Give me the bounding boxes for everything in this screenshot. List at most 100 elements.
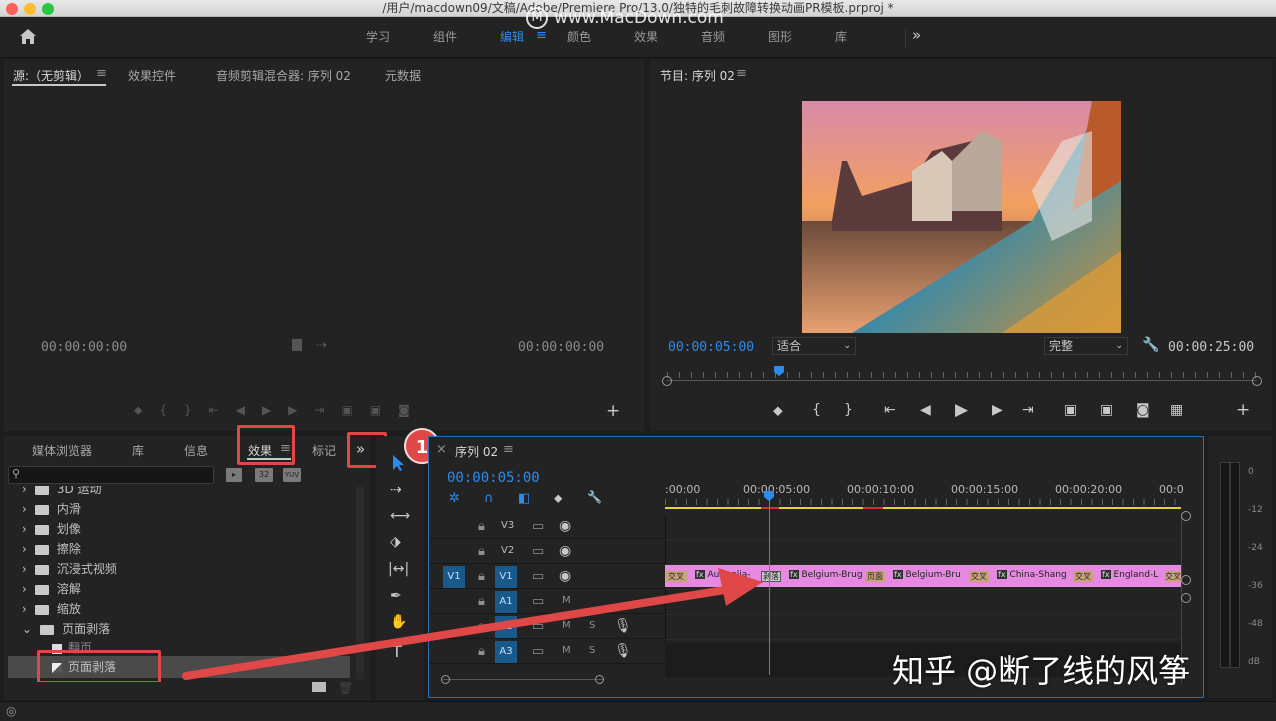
trash-icon[interactable]: 🗑 — [338, 681, 353, 695]
add-marker-icon[interactable]: ⬥ — [773, 403, 783, 419]
mark-out-icon[interactable]: } — [844, 402, 853, 418]
tree-folder-page-peel[interactable]: ⌄ 页面剥落 — [22, 619, 110, 639]
track-target-a2[interactable]: A2 — [495, 616, 517, 638]
toggle-sync-lock-icon[interactable]: ▭ — [532, 569, 544, 584]
pen-tool-icon[interactable]: ✒ — [390, 588, 402, 604]
ripple-edit-tool-icon[interactable]: ⟷ — [390, 508, 410, 524]
workspace-tab-color[interactable]: 颜色 — [567, 28, 591, 45]
tree-folder-iris[interactable]: › 划像 — [22, 519, 81, 539]
horizontal-zoom-handle[interactable] — [441, 675, 450, 684]
program-current-timecode[interactable]: 00:00:05:00 — [668, 340, 754, 355]
eye-icon[interactable]: ◉ — [559, 568, 571, 584]
home-icon[interactable] — [18, 27, 38, 48]
out-handle[interactable] — [1252, 376, 1262, 386]
tree-folder-zoom[interactable]: › 缩放 — [22, 599, 81, 619]
lift-icon[interactable]: ▣ — [1064, 402, 1077, 418]
workspace-tab-effects[interactable]: 效果 — [634, 28, 658, 45]
vertical-zoom-handle[interactable] — [1181, 593, 1191, 603]
tab-media-browser[interactable]: 媒体浏览器 — [32, 442, 92, 459]
mark-in-icon[interactable]: { — [812, 402, 821, 418]
clip-label[interactable]: fx Belgium-Brug — [789, 570, 863, 580]
comparison-view-icon[interactable]: ▦ — [1170, 402, 1183, 418]
solo-button[interactable]: S — [589, 645, 595, 656]
quality-dropdown[interactable]: 完整 ⌄ — [1044, 337, 1128, 355]
accelerated-effects-icon[interactable]: ▸ — [226, 468, 242, 482]
tab-effect-controls[interactable]: 效果控件 — [128, 67, 176, 84]
yuv-effects-icon[interactable]: YUV — [283, 468, 301, 482]
mute-button[interactable]: M — [562, 620, 571, 631]
timeline-timecode[interactable]: 00:00:05:00 — [447, 470, 540, 486]
lock-icon[interactable]: 🔒︎ — [478, 569, 485, 584]
workspace-menu-icon[interactable]: ≡ — [536, 28, 547, 43]
workspace-tab-assembly[interactable]: 组件 — [433, 28, 457, 45]
play-icon[interactable]: ▶ — [955, 400, 968, 420]
panel-menu-icon[interactable]: ≡ — [736, 66, 747, 81]
panel-menu-icon[interactable]: ≡ — [96, 66, 107, 81]
clip-label[interactable]: fx Belgium-Bru — [893, 570, 961, 580]
mute-button[interactable]: M — [562, 595, 571, 606]
track-target-v1[interactable]: V1 — [495, 566, 517, 588]
add-button-icon[interactable]: + — [606, 401, 620, 421]
snap-icon[interactable]: ∩ — [484, 491, 494, 506]
clip-label[interactable]: fx England-L — [1101, 570, 1158, 580]
panel-menu-icon[interactable]: ≡ — [503, 442, 514, 457]
eye-icon[interactable]: ◉ — [559, 543, 571, 559]
timeline-settings-icon[interactable]: 🔧 — [587, 490, 602, 504]
workspace-tab-libraries[interactable]: 库 — [835, 28, 847, 45]
extract-icon[interactable]: ▣ — [1100, 402, 1113, 418]
tab-source[interactable]: 源:（无剪辑） — [13, 67, 89, 84]
transition-clip[interactable]: 交叉 — [969, 571, 989, 582]
vertical-zoom-handle[interactable] — [1181, 575, 1191, 585]
track-target-a3[interactable]: A3 — [495, 641, 517, 663]
step-back-icon[interactable]: ◀ — [920, 402, 931, 418]
tree-folder-3d-motion[interactable]: › 3D 运动 — [22, 486, 102, 499]
workspace-tab-learn[interactable]: 学习 — [366, 28, 390, 45]
transition-clip[interactable]: 页面 — [865, 571, 885, 582]
transition-clip[interactable]: 交叉 — [665, 571, 687, 582]
lock-icon[interactable]: 🔒︎ — [478, 519, 485, 534]
transition-clip[interactable]: 剥落 — [761, 571, 781, 582]
tab-audio-clip-mixer[interactable]: 音频剪辑混合器: 序列 02 — [216, 67, 351, 84]
mute-button[interactable]: M — [562, 645, 571, 656]
32bit-effects-icon[interactable]: 32 — [255, 468, 273, 482]
horizontal-zoom-handle[interactable] — [595, 675, 604, 684]
transition-clip[interactable]: 交叉 — [1165, 571, 1181, 582]
in-handle[interactable] — [662, 376, 672, 386]
source-patch-v1[interactable]: V1 — [443, 566, 465, 588]
microphone-icon[interactable]: 🎙︎ — [614, 618, 632, 634]
microphone-icon[interactable]: 🎙︎ — [614, 643, 632, 659]
toggle-sync-lock-icon[interactable]: ▭ — [532, 644, 544, 659]
toggle-sync-lock-icon[interactable]: ▭ — [532, 594, 544, 609]
program-title[interactable]: 节目: 序列 02 — [660, 67, 735, 84]
wrench-icon[interactable]: 🔧 — [1142, 337, 1159, 353]
sequence-tab[interactable]: 序列 02 — [455, 443, 498, 460]
track-target-a1[interactable]: A1 — [495, 591, 517, 613]
type-tool-icon[interactable]: T — [392, 642, 402, 661]
add-button-icon[interactable]: + — [1236, 400, 1250, 420]
effects-search-input[interactable]: ⚲ — [8, 466, 214, 484]
solo-button[interactable]: S — [589, 620, 595, 631]
linked-selection-icon[interactable]: ◧ — [518, 491, 530, 506]
v1-clips-strip[interactable]: 交叉 fx Australia- 剥落 fx Belgium-Brug 页面 f… — [665, 565, 1181, 587]
go-to-out-icon[interactable]: ⇥ — [1022, 402, 1034, 418]
tab-markers[interactable]: 标记 — [312, 442, 338, 459]
cloud-sync-icon[interactable]: ◎ — [6, 704, 16, 718]
effects-scrollbar[interactable] — [356, 486, 364, 680]
lock-icon[interactable]: 🔒︎ — [478, 594, 485, 609]
tab-info[interactable]: 信息 — [184, 442, 208, 459]
razor-tool-icon[interactable]: ⬗ — [390, 534, 401, 550]
close-icon[interactable]: × — [436, 442, 447, 457]
workspace-tab-editing[interactable]: 编辑 — [500, 28, 524, 45]
lock-icon[interactable]: 🔒︎ — [478, 544, 485, 559]
export-frame-icon[interactable]: ◙ — [1136, 402, 1150, 418]
slip-tool-icon[interactable]: |↔| — [388, 561, 409, 577]
tree-folder-slide[interactable]: › 内滑 — [22, 499, 81, 519]
tree-folder-immersive-video[interactable]: › 沉浸式视频 — [22, 559, 117, 579]
hand-tool-icon[interactable]: ✋ — [390, 614, 407, 630]
eye-icon[interactable]: ◉ — [559, 518, 571, 534]
tab-metadata[interactable]: 元数据 — [385, 67, 421, 84]
toggle-sync-lock-icon[interactable]: ▭ — [532, 519, 544, 534]
new-folder-icon[interactable] — [312, 682, 326, 692]
track-select-tool-icon[interactable]: ⇢ — [390, 482, 402, 498]
clip-label[interactable]: fx Australia- — [695, 570, 751, 580]
